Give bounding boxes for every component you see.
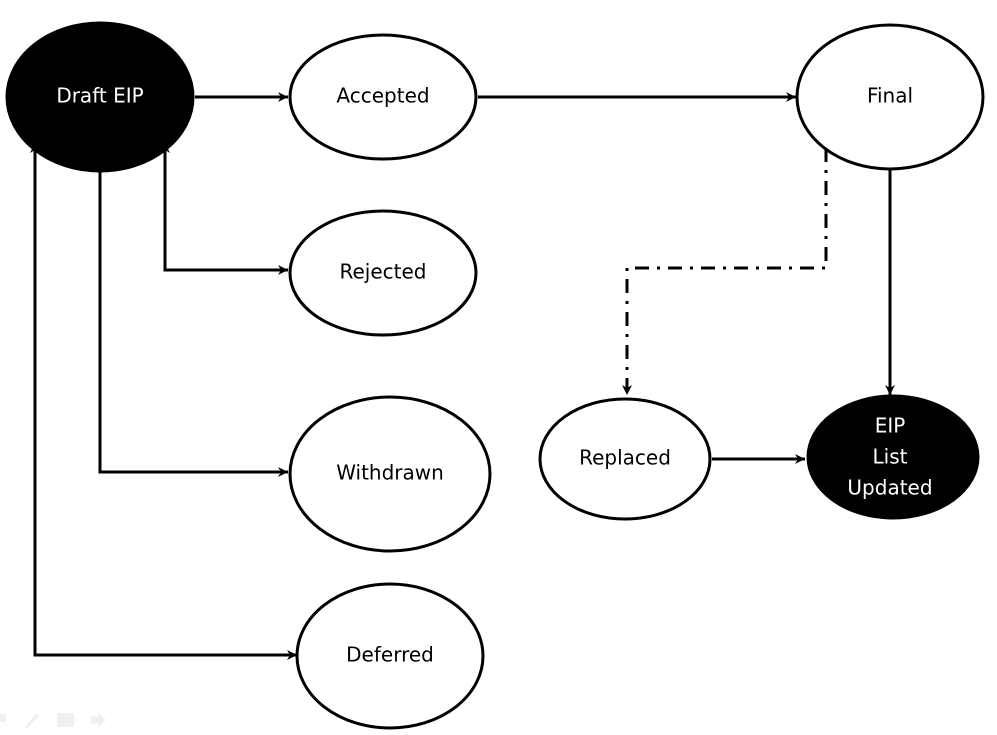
edge-draft-rejected [160, 143, 288, 275]
eip-workflow-diagram: Draft EIP Accepted Final Rejected Withdr… [0, 21, 985, 730]
label-updated-line1: EIP [875, 414, 906, 438]
label-deferred: Deferred [346, 643, 434, 667]
label-updated-line2: List [873, 445, 908, 469]
edge-draft-withdrawn [98, 170, 288, 477]
label-final: Final [867, 84, 913, 108]
label-accepted: Accepted [336, 84, 429, 108]
label-withdrawn: Withdrawn [336, 461, 444, 485]
label-replaced: Replaced [579, 446, 671, 470]
edge-final-replaced [622, 148, 828, 395]
next-arrow-icon[interactable] [91, 712, 106, 728]
pen-icon[interactable] [24, 714, 39, 729]
label-rejected: Rejected [339, 260, 426, 284]
menu-icon[interactable] [57, 713, 74, 727]
label-draft-eip: Draft EIP [56, 84, 143, 108]
pointer-icon[interactable] [0, 714, 6, 722]
label-updated-line3: Updated [847, 476, 932, 500]
